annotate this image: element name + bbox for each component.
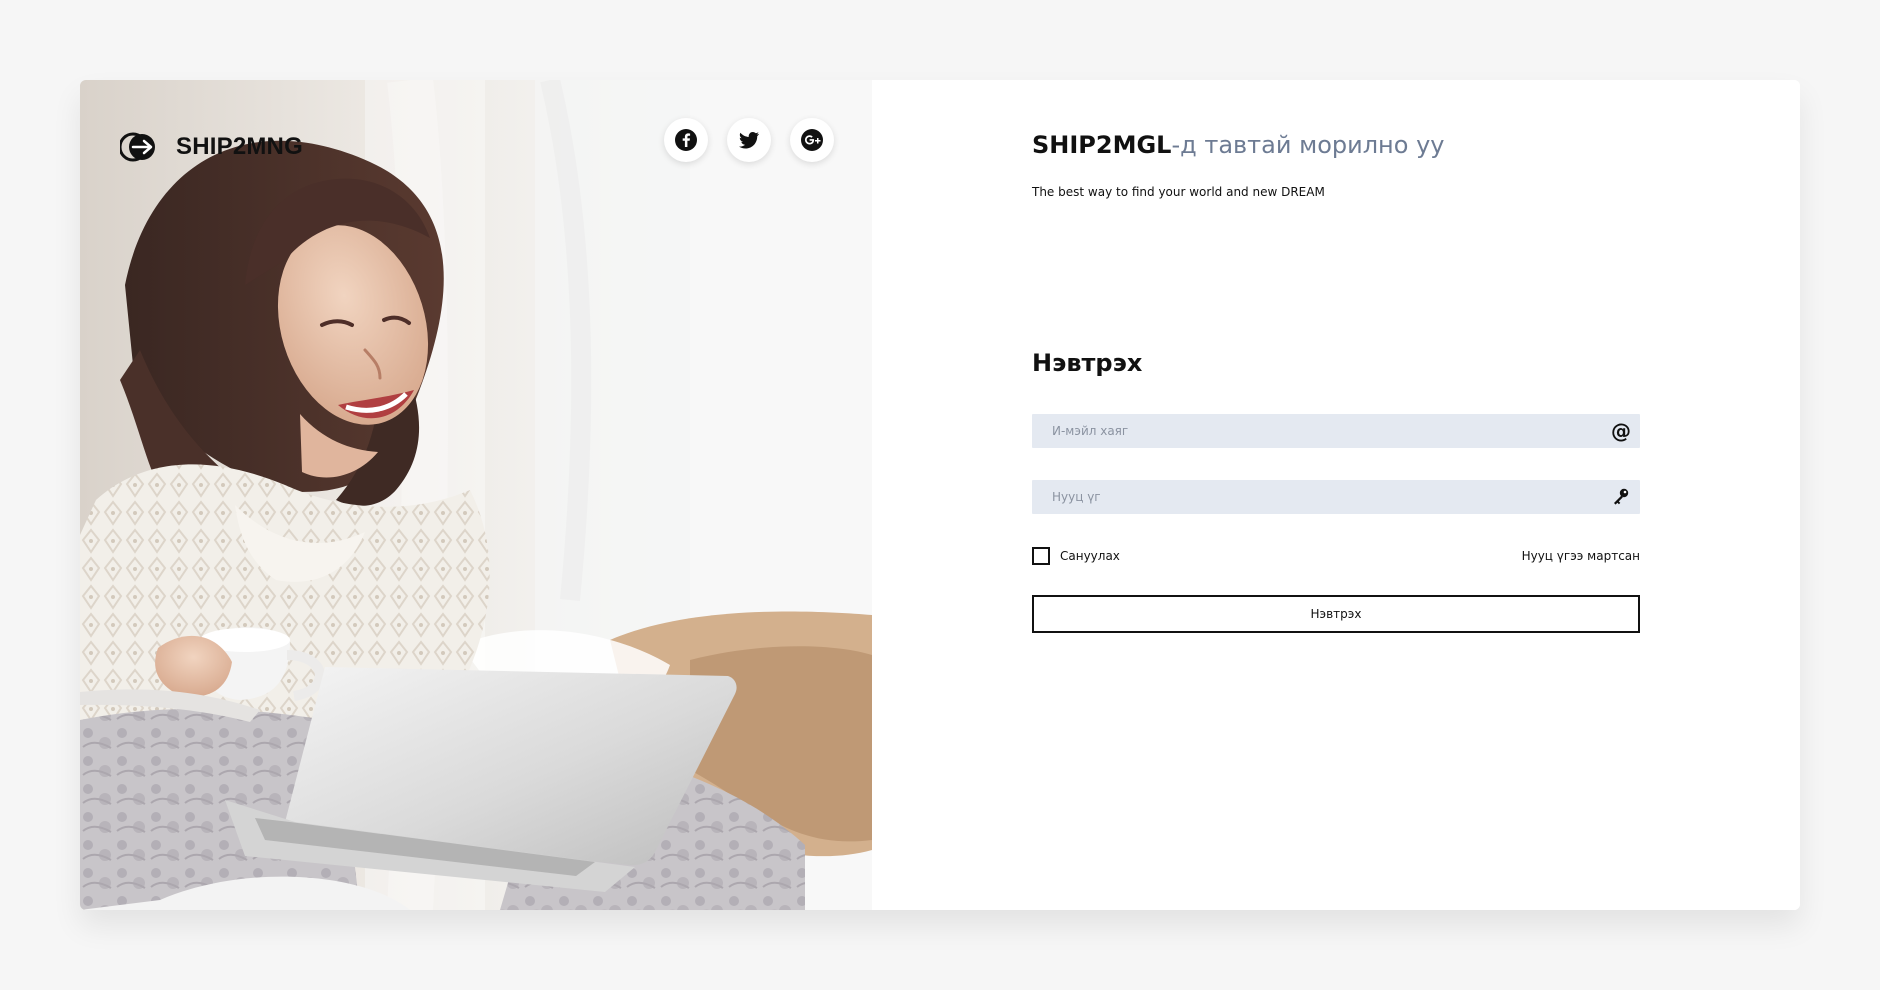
login-page: SHIP2MNG SHIP2MGL-д тавтай морилно уу Th… <box>0 0 1880 990</box>
brand[interactable]: SHIP2MNG <box>120 132 303 162</box>
login-panel: SHIP2MGL-д тавтай морилно уу The best wa… <box>872 80 1800 910</box>
remember-label: Сануулах <box>1060 549 1120 563</box>
welcome-suffix: -д тавтай морилно уу <box>1171 131 1445 159</box>
remember-checkbox[interactable] <box>1032 547 1050 565</box>
login-title: Нэвтрэх <box>1032 349 1143 377</box>
google-plus-button[interactable] <box>790 118 834 162</box>
password-input[interactable] <box>1032 480 1640 514</box>
ship-logo-icon <box>120 132 155 162</box>
welcome-heading: SHIP2MGL-д тавтай морилно уу <box>1032 130 1444 160</box>
remember-row: Сануулах Нууц үгээ мартсан <box>1032 544 1640 568</box>
twitter-button[interactable] <box>727 118 771 162</box>
facebook-icon <box>675 129 697 151</box>
google-plus-icon <box>801 129 823 151</box>
at-icon: @ <box>1611 419 1631 443</box>
login-card: SHIP2MNG SHIP2MGL-д тавтай морилно уу Th… <box>80 80 1800 910</box>
social-links <box>664 118 834 162</box>
key-icon <box>1611 487 1631 507</box>
facebook-button[interactable] <box>664 118 708 162</box>
welcome-brand: SHIP2MGL <box>1032 131 1172 159</box>
tagline: The best way to find your world and new … <box>1032 185 1325 199</box>
hero-panel: SHIP2MNG <box>80 80 872 910</box>
remember-me[interactable]: Сануулах <box>1032 547 1120 565</box>
password-field[interactable] <box>1032 480 1640 514</box>
hero-photo <box>80 80 872 910</box>
brand-name: SHIP2MNG <box>176 133 303 160</box>
email-input[interactable] <box>1032 414 1640 448</box>
login-button[interactable]: Нэвтрэх <box>1032 595 1640 633</box>
forgot-password-link[interactable]: Нууц үгээ мартсан <box>1522 549 1640 563</box>
email-field[interactable]: @ <box>1032 414 1640 448</box>
twitter-icon <box>739 132 759 149</box>
